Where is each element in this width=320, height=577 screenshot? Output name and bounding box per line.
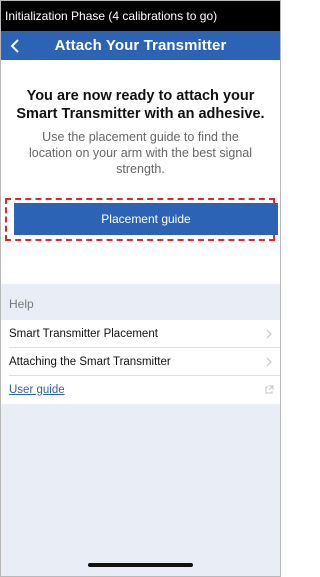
help-item-user-guide[interactable]: User guide bbox=[1, 376, 280, 404]
user-guide-link[interactable]: User guide bbox=[9, 384, 65, 396]
home-indicator bbox=[88, 563, 193, 567]
main-content: You are now ready to attach your Smart T… bbox=[1, 60, 280, 284]
navigation-bar: Attach Your Transmitter bbox=[1, 31, 280, 60]
placement-guide-button[interactable]: Placement guide bbox=[14, 203, 278, 235]
chevron-left-icon bbox=[10, 38, 19, 53]
help-header: Help bbox=[9, 297, 34, 311]
page-title: Attach Your Transmitter bbox=[54, 37, 227, 54]
placement-guide-label: Placement guide bbox=[101, 212, 191, 226]
chevron-right-icon bbox=[266, 357, 272, 367]
help-list: Smart Transmitter Placement Attaching th… bbox=[1, 320, 280, 404]
help-section: Help Smart Transmitter Placement Attachi… bbox=[1, 284, 280, 575]
status-text: Initialization Phase (4 calibrations to … bbox=[5, 9, 218, 23]
instruction-text: Use the placement guide to find the loca… bbox=[28, 130, 253, 176]
status-bar: Initialization Phase (4 calibrations to … bbox=[1, 1, 280, 31]
back-button[interactable] bbox=[1, 31, 29, 60]
phone-screen: Initialization Phase (4 calibrations to … bbox=[0, 0, 281, 577]
external-link-icon bbox=[265, 385, 274, 394]
help-item-label: Smart Transmitter Placement bbox=[9, 328, 158, 340]
headline: You are now ready to attach your Smart T… bbox=[16, 88, 265, 122]
help-item-attaching[interactable]: Attaching the Smart Transmitter bbox=[1, 348, 280, 376]
help-item-placement[interactable]: Smart Transmitter Placement bbox=[1, 320, 280, 348]
chevron-right-icon bbox=[266, 329, 272, 339]
help-item-label: Attaching the Smart Transmitter bbox=[9, 356, 171, 368]
